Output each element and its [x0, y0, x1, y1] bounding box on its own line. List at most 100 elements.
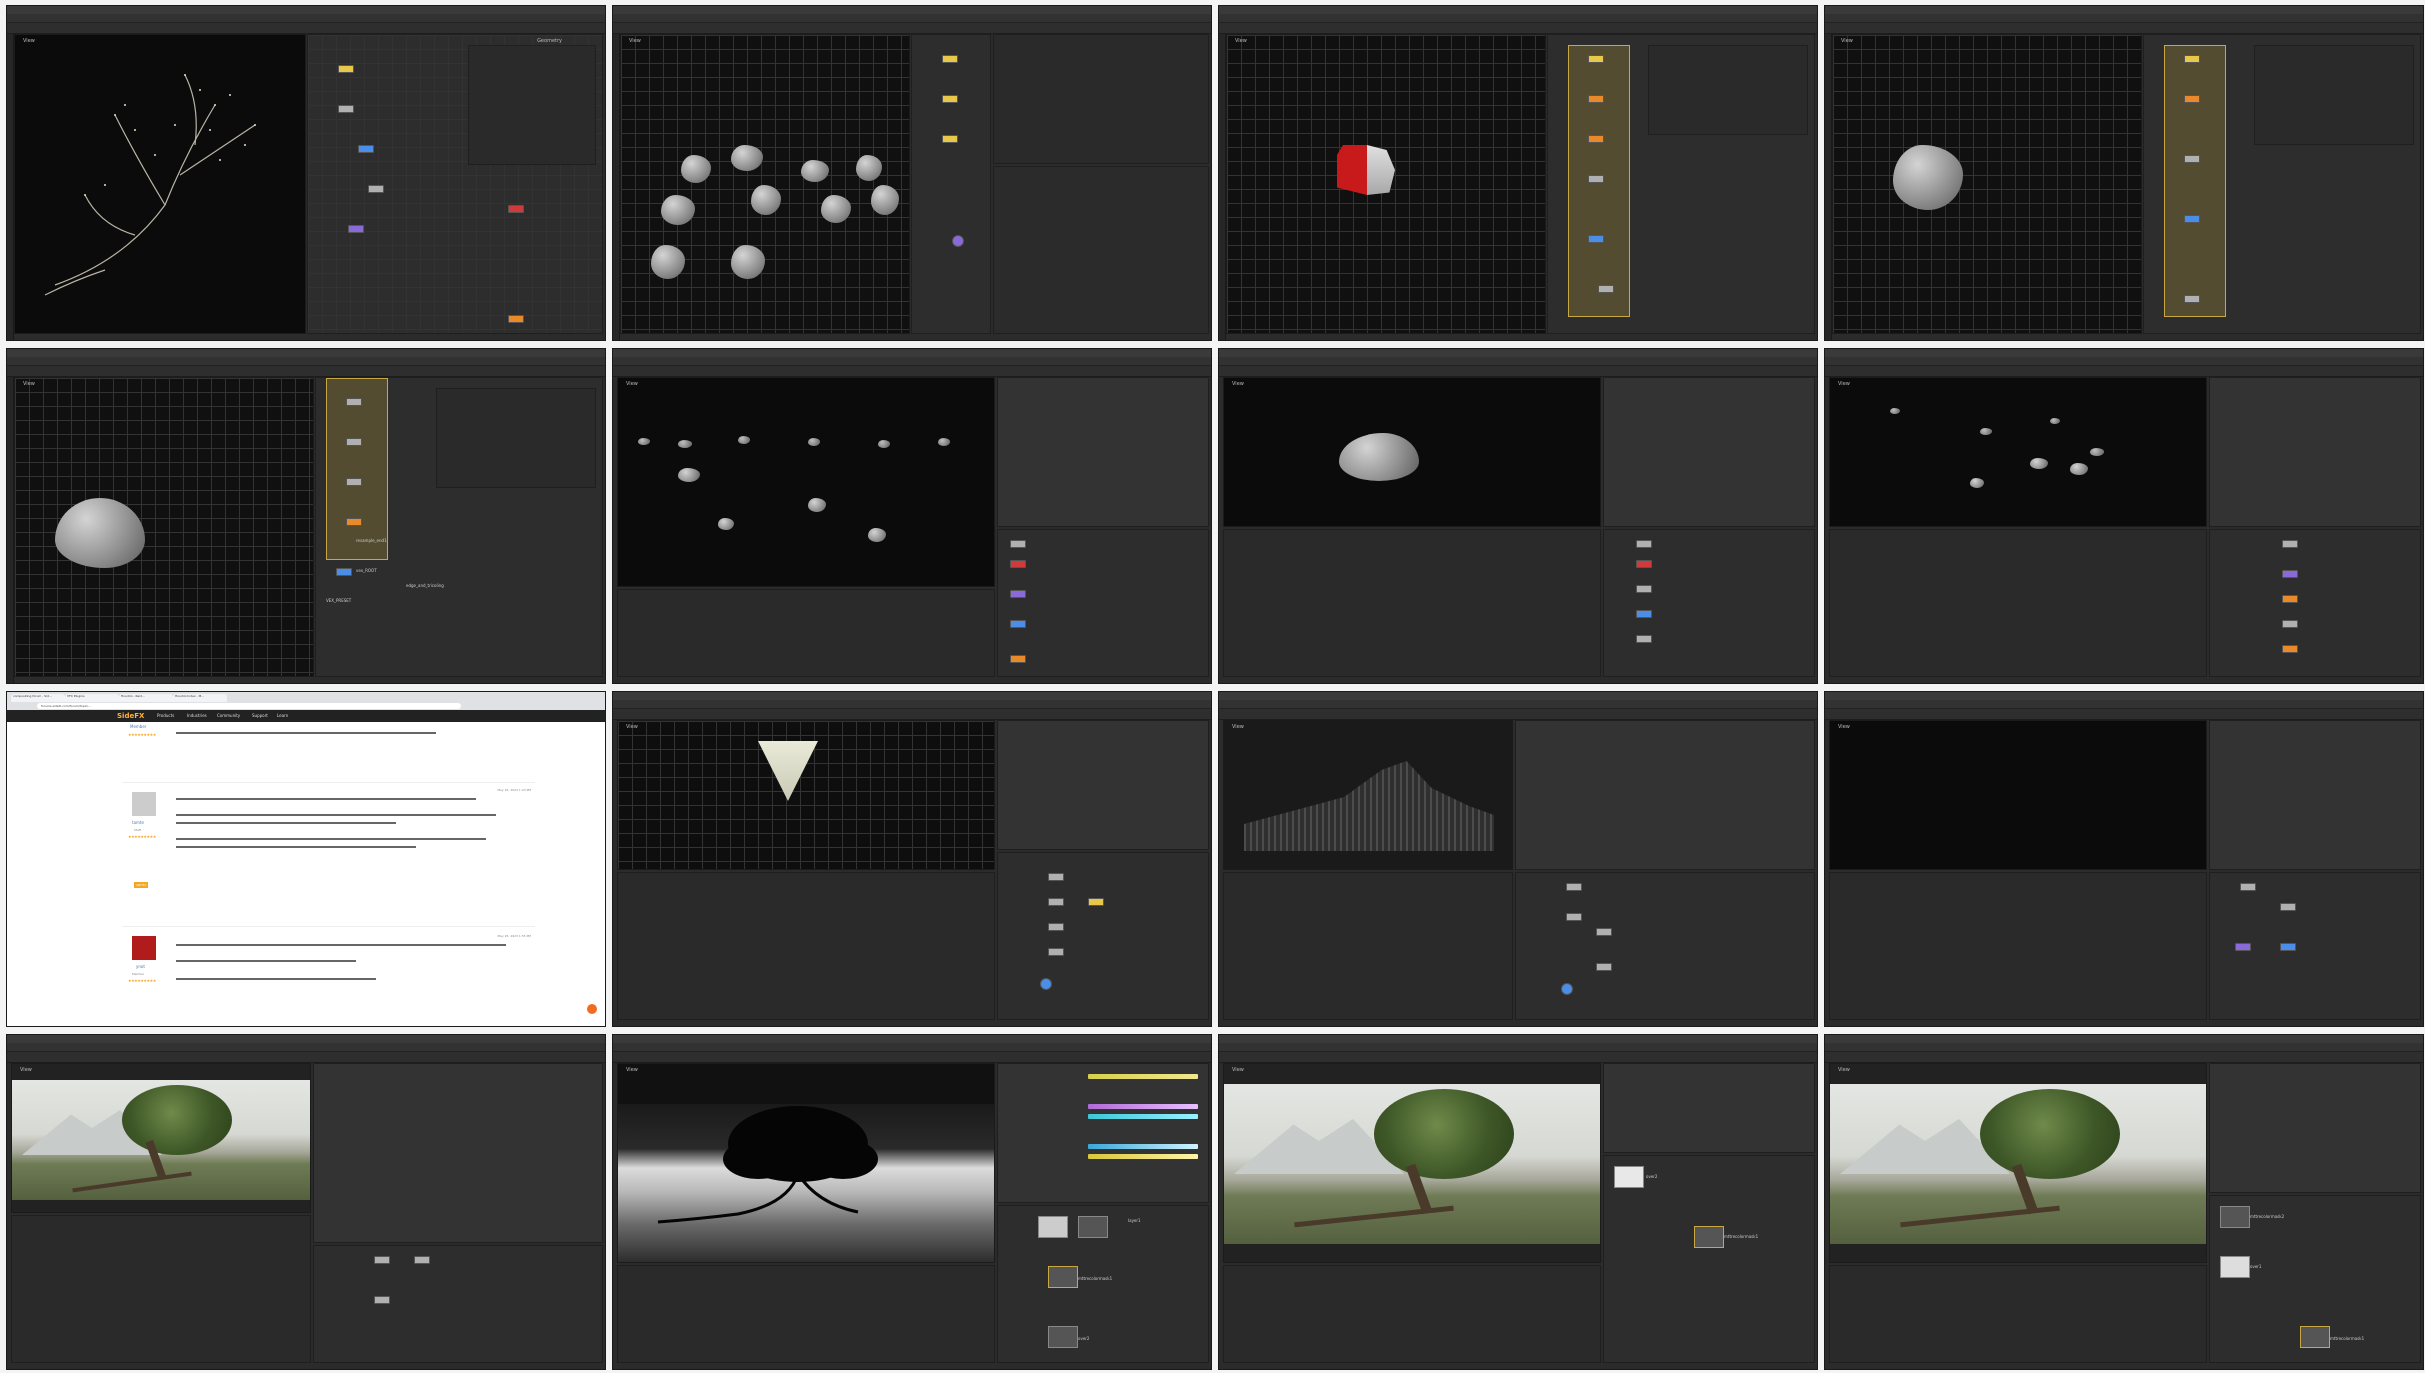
node[interactable] — [1588, 235, 1604, 243]
node[interactable] — [338, 105, 354, 113]
image-node[interactable] — [1694, 1226, 1724, 1248]
node[interactable] — [1636, 635, 1652, 643]
image-node[interactable] — [1048, 1326, 1078, 1348]
node[interactable] — [346, 398, 362, 406]
menu-bar[interactable] — [1825, 1043, 2423, 1058]
shelf-toolbar[interactable] — [7, 366, 605, 377]
node[interactable] — [1588, 135, 1604, 143]
node-network[interactable]: layer1 mttrecolormask1 over2 — [997, 1205, 1209, 1363]
menu-bar[interactable] — [613, 14, 1211, 29]
node[interactable] — [1636, 560, 1652, 568]
site-nav-item[interactable]: Products — [157, 713, 174, 718]
node[interactable] — [374, 1296, 390, 1304]
node[interactable] — [2282, 645, 2298, 653]
node-network[interactable] — [911, 34, 991, 334]
node[interactable] — [338, 65, 354, 73]
post-username[interactable]: Member — [130, 724, 146, 729]
node[interactable] — [1048, 898, 1064, 906]
scene-graph-table[interactable] — [1223, 872, 1513, 1020]
scene-graph-table[interactable] — [1829, 872, 2207, 1020]
site-logo[interactable]: SideFX — [117, 712, 144, 720]
address-bar[interactable]: forums.sidefx.com/forum/topic/... — [37, 703, 461, 709]
menu-bar[interactable] — [1219, 14, 1817, 29]
shelf-toolbar[interactable] — [1219, 366, 1817, 377]
node[interactable] — [346, 518, 362, 526]
node[interactable] — [2240, 883, 2256, 891]
shelf-toolbar[interactable] — [1825, 23, 2423, 34]
node[interactable] — [1596, 928, 1612, 936]
node[interactable] — [1010, 560, 1026, 568]
ramp[interactable] — [1088, 1114, 1198, 1119]
node[interactable] — [2282, 540, 2298, 548]
parameter-panel[interactable] — [997, 377, 1209, 527]
node[interactable] — [2184, 155, 2200, 163]
scene-viewport[interactable]: View — [11, 1063, 311, 1213]
node-network[interactable] — [313, 1245, 603, 1363]
left-tool-strip[interactable] — [7, 34, 14, 340]
node[interactable] — [2280, 903, 2296, 911]
node[interactable] — [2282, 620, 2298, 628]
node[interactable] — [1010, 620, 1026, 628]
site-nav-item[interactable]: Industries — [187, 713, 207, 718]
shelf-toolbar[interactable] — [7, 23, 605, 34]
parameter-panel[interactable] — [1648, 45, 1808, 135]
node[interactable] — [414, 1256, 430, 1264]
parameter-panel[interactable] — [436, 388, 596, 488]
node[interactable] — [2184, 295, 2200, 303]
scene-viewport[interactable]: View — [1226, 34, 1546, 334]
post-username[interactable]: ynot — [136, 964, 145, 969]
color-ramp-panel[interactable] — [997, 1063, 1209, 1203]
browser-tab[interactable]: VFX Plugins — [65, 694, 119, 702]
node[interactable] — [1048, 873, 1064, 881]
image-node[interactable] — [1038, 1216, 1068, 1238]
node-network[interactable] — [997, 529, 1209, 677]
scene-graph-table[interactable] — [617, 589, 995, 677]
node[interactable] — [336, 568, 352, 576]
node[interactable] — [2184, 55, 2200, 63]
node[interactable] — [368, 185, 384, 193]
node[interactable] — [2184, 95, 2200, 103]
menu-bar[interactable] — [1825, 357, 2423, 372]
scene-graph-table[interactable] — [11, 1215, 311, 1363]
shelf-toolbar[interactable] — [1825, 709, 2423, 720]
image-node[interactable] — [1048, 1266, 1078, 1288]
site-nav-item[interactable]: Community — [217, 713, 240, 718]
ramp[interactable] — [1088, 1104, 1198, 1109]
browser-tab[interactable]: compositing forum - Sid... — [11, 694, 65, 702]
menu-bar[interactable] — [613, 700, 1211, 715]
shelf-toolbar[interactable] — [7, 1052, 605, 1063]
image-node[interactable] — [1078, 1216, 1108, 1238]
left-tool-strip[interactable] — [7, 377, 14, 683]
node[interactable] — [2184, 215, 2200, 223]
ramp[interactable] — [1088, 1074, 1198, 1079]
node[interactable] — [942, 55, 958, 63]
shelf-toolbar[interactable] — [613, 1052, 1211, 1063]
scene-graph-table[interactable] — [1223, 1265, 1601, 1363]
shelf-toolbar[interactable] — [613, 366, 1211, 377]
parameter-panel[interactable] — [2254, 45, 2414, 145]
menu-bar[interactable] — [1825, 14, 2423, 29]
parameter-panel[interactable] — [313, 1063, 603, 1243]
parameter-panel[interactable] — [468, 45, 596, 165]
node[interactable] — [1588, 95, 1604, 103]
scene-viewport[interactable]: View — [1223, 377, 1601, 527]
site-nav-item[interactable]: Learn — [277, 713, 288, 718]
browser-tab[interactable]: Houdini Index - M... — [173, 694, 227, 702]
spreadsheet[interactable] — [617, 872, 995, 1020]
shelf-toolbar[interactable] — [1219, 23, 1817, 34]
post-username[interactable]: tamte — [132, 820, 144, 825]
site-nav-item[interactable]: Support — [252, 713, 268, 718]
parameter-panel[interactable] — [2209, 377, 2421, 527]
node-network[interactable] — [1547, 34, 1815, 334]
node[interactable] — [374, 1256, 390, 1264]
scene-viewport[interactable]: View — [1832, 34, 2142, 334]
shelf-toolbar[interactable] — [1825, 366, 2423, 377]
scene-viewport[interactable]: View — [1829, 720, 2207, 870]
left-tool-strip[interactable] — [1219, 34, 1226, 340]
shelf-toolbar[interactable] — [1219, 1052, 1817, 1063]
node-network[interactable]: vex_ROOT VEX_PRESET edge_and_tricoling r… — [315, 377, 603, 677]
image-node[interactable] — [1614, 1166, 1644, 1188]
parameter-panel[interactable] — [2209, 720, 2421, 870]
shelf-toolbar[interactable] — [613, 709, 1211, 720]
parameter-panel[interactable] — [1515, 720, 1815, 870]
